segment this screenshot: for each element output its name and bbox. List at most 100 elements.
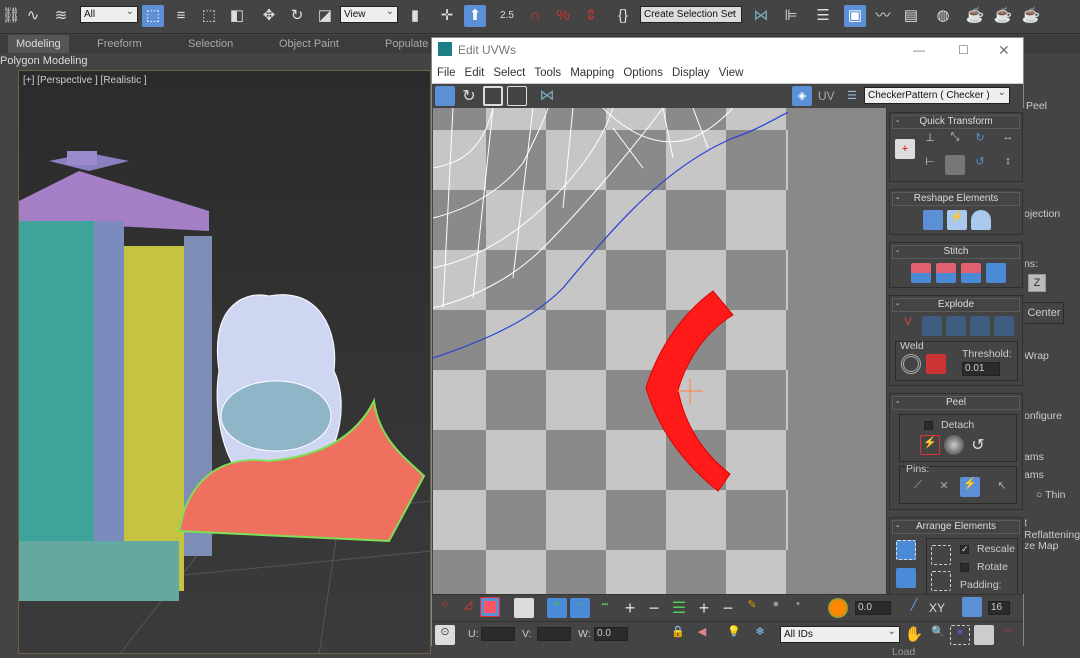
move-icon[interactable]: ✥ (258, 5, 280, 27)
menu-file[interactable]: File (437, 67, 456, 79)
zoom-region-icon[interactable]: ● (950, 625, 970, 645)
ring-grow-icon[interactable]: + (620, 598, 640, 618)
polygon-mode-icon[interactable] (480, 597, 500, 617)
scene-explorer-icon[interactable]: ▣ (844, 5, 866, 27)
tab-selection[interactable]: Selection (188, 35, 233, 53)
absolute-mode-icon[interactable]: ⊙ (435, 625, 455, 645)
scale-icon[interactable]: ◪ (314, 5, 336, 27)
w-input[interactable]: 0.0 (594, 627, 628, 641)
u-input[interactable] (481, 627, 515, 641)
rotate-checkbox[interactable] (960, 563, 969, 572)
weld-target-icon[interactable] (926, 354, 946, 374)
curve-editor-icon[interactable]: 〰 (872, 5, 894, 27)
straighten-icon[interactable] (945, 155, 965, 175)
align-icon[interactable]: ⊫ (780, 5, 802, 27)
perspective-viewport[interactable]: [+] [Perspective ] [Realistic ] (18, 70, 431, 654)
paint-select-icon[interactable]: ✎ (742, 598, 762, 618)
explode-by-material-icon[interactable] (946, 316, 966, 336)
unlink-icon[interactable]: ∿ (22, 5, 44, 27)
menu-select[interactable]: Select (493, 67, 525, 79)
close-button[interactable]: ✕ (998, 38, 1010, 63)
rendered-frame-icon[interactable]: ☕ (992, 5, 1014, 27)
pivot-icon[interactable]: ▮ (404, 5, 426, 27)
space-vertical-icon[interactable]: ↕ (998, 155, 1018, 175)
edit-named-sets-icon[interactable]: {} (612, 5, 634, 27)
menu-view[interactable]: View (719, 67, 744, 79)
tab-object-paint[interactable]: Object Paint (279, 35, 339, 53)
scale-uv-icon[interactable] (483, 86, 503, 106)
thin-radio[interactable]: ○ Thin (1036, 489, 1066, 501)
stitch-target-icon[interactable] (911, 263, 931, 283)
maximize-button[interactable]: ☐ (958, 38, 969, 63)
zoom-extents-icon[interactable] (974, 625, 994, 645)
keyboard-shortcut-icon[interactable]: ⬆ (464, 5, 486, 27)
uv-canvas[interactable] (433, 108, 788, 594)
pack-together-icon[interactable] (931, 545, 951, 565)
relax-icon[interactable]: ⚡ (947, 210, 967, 230)
select-by-name-icon[interactable]: ≡ (170, 5, 192, 27)
bind-space-warp-icon[interactable]: ≋ (50, 5, 72, 27)
minimize-button[interactable]: — (913, 38, 925, 63)
quick-transform-title[interactable]: Quick Transform (892, 115, 1020, 129)
soft-selection-falloff-input[interactable]: 0.0 (855, 601, 891, 615)
link-icon[interactable]: ⛓ (0, 5, 22, 27)
set-pivot-icon[interactable]: + (895, 139, 915, 159)
pack-custom-icon[interactable] (896, 540, 916, 560)
material-editor-icon[interactable]: ◍ (932, 5, 954, 27)
space-horizontal-icon[interactable]: ↔ (998, 131, 1018, 151)
grid-snap-icon[interactable] (962, 597, 982, 617)
move-uv-icon[interactable] (435, 86, 455, 106)
viewport-label[interactable]: [+] [Perspective ] [Realistic ] (23, 75, 147, 86)
menu-display[interactable]: Display (672, 67, 710, 79)
weld-selected-icon[interactable] (901, 354, 921, 374)
shrink-selection-icon[interactable]: − (570, 598, 590, 618)
tab-freeform[interactable]: Freeform (97, 35, 142, 53)
ring-icon[interactable]: ┅ (595, 598, 615, 618)
explode-title[interactable]: Explode (892, 298, 1020, 312)
percent-snap-icon[interactable]: % (552, 5, 574, 27)
select-object-icon[interactable]: ⬚ (142, 5, 164, 27)
falloff-linear-icon[interactable]: ╱ (904, 598, 924, 618)
explode-to-elements-icon[interactable] (970, 316, 990, 336)
pin-icon[interactable]: ⟋ (908, 479, 928, 499)
straighten-selection-icon[interactable] (923, 210, 943, 230)
rotate-ccw-icon[interactable]: ↺ (970, 155, 990, 175)
hide-icon[interactable]: ◀ (692, 625, 712, 645)
edge-mode-icon[interactable]: ◿ (458, 598, 478, 618)
reshape-title[interactable]: Reshape Elements (892, 192, 1020, 206)
loop-icon[interactable]: ☰ (669, 598, 689, 618)
soft-selection-icon[interactable] (828, 598, 848, 618)
tab-modeling[interactable]: Modeling (8, 35, 69, 53)
menu-options[interactable]: Options (623, 67, 663, 79)
falloff-xy-button[interactable]: XY (929, 601, 945, 615)
peel-title[interactable]: Peel (892, 396, 1020, 410)
menu-tools[interactable]: Tools (534, 67, 561, 79)
arrange-title[interactable]: Arrange Elements (892, 520, 1020, 534)
uv-axis-button[interactable]: UV (818, 89, 835, 103)
align-vertical-icon[interactable]: ⊢ (920, 155, 940, 175)
layer-icon[interactable]: ☰ (812, 5, 834, 27)
align-horizontal-icon[interactable]: ⊥ (920, 131, 940, 151)
detach-checkbox[interactable] (924, 421, 933, 430)
grid-size-input[interactable]: 16 (988, 601, 1010, 615)
threshold-input[interactable]: 0.01 (962, 362, 1000, 376)
angle-snap-icon[interactable]: ∩ (524, 5, 546, 27)
menu-mapping[interactable]: Mapping (570, 67, 614, 79)
select-manipulate-icon[interactable]: ✛ (436, 5, 458, 27)
stitch-settings-icon[interactable] (986, 263, 1006, 283)
stitch-source-icon[interactable] (961, 263, 981, 283)
freeform-icon[interactable] (507, 86, 527, 106)
selection-set-select[interactable]: Create Selection Set (640, 5, 742, 23)
selection-filter-select[interactable]: All (80, 5, 138, 23)
rect-region-icon[interactable]: ⬚ (198, 5, 220, 27)
align-line-icon[interactable]: ⤡ (945, 131, 965, 151)
options-list-icon[interactable]: ☰ (842, 86, 862, 106)
center-button[interactable]: Center (1024, 302, 1064, 324)
menu-edit[interactable]: Edit (465, 67, 485, 79)
shrink-brush-icon[interactable]: • (788, 598, 808, 618)
stitch-title[interactable]: Stitch (892, 245, 1020, 259)
show-map-icon[interactable]: ◈ (792, 86, 812, 106)
auto-pin-icon[interactable]: ⚡ (960, 477, 980, 497)
break-icon[interactable]: V (898, 316, 918, 336)
flatten-icon[interactable] (994, 316, 1014, 336)
